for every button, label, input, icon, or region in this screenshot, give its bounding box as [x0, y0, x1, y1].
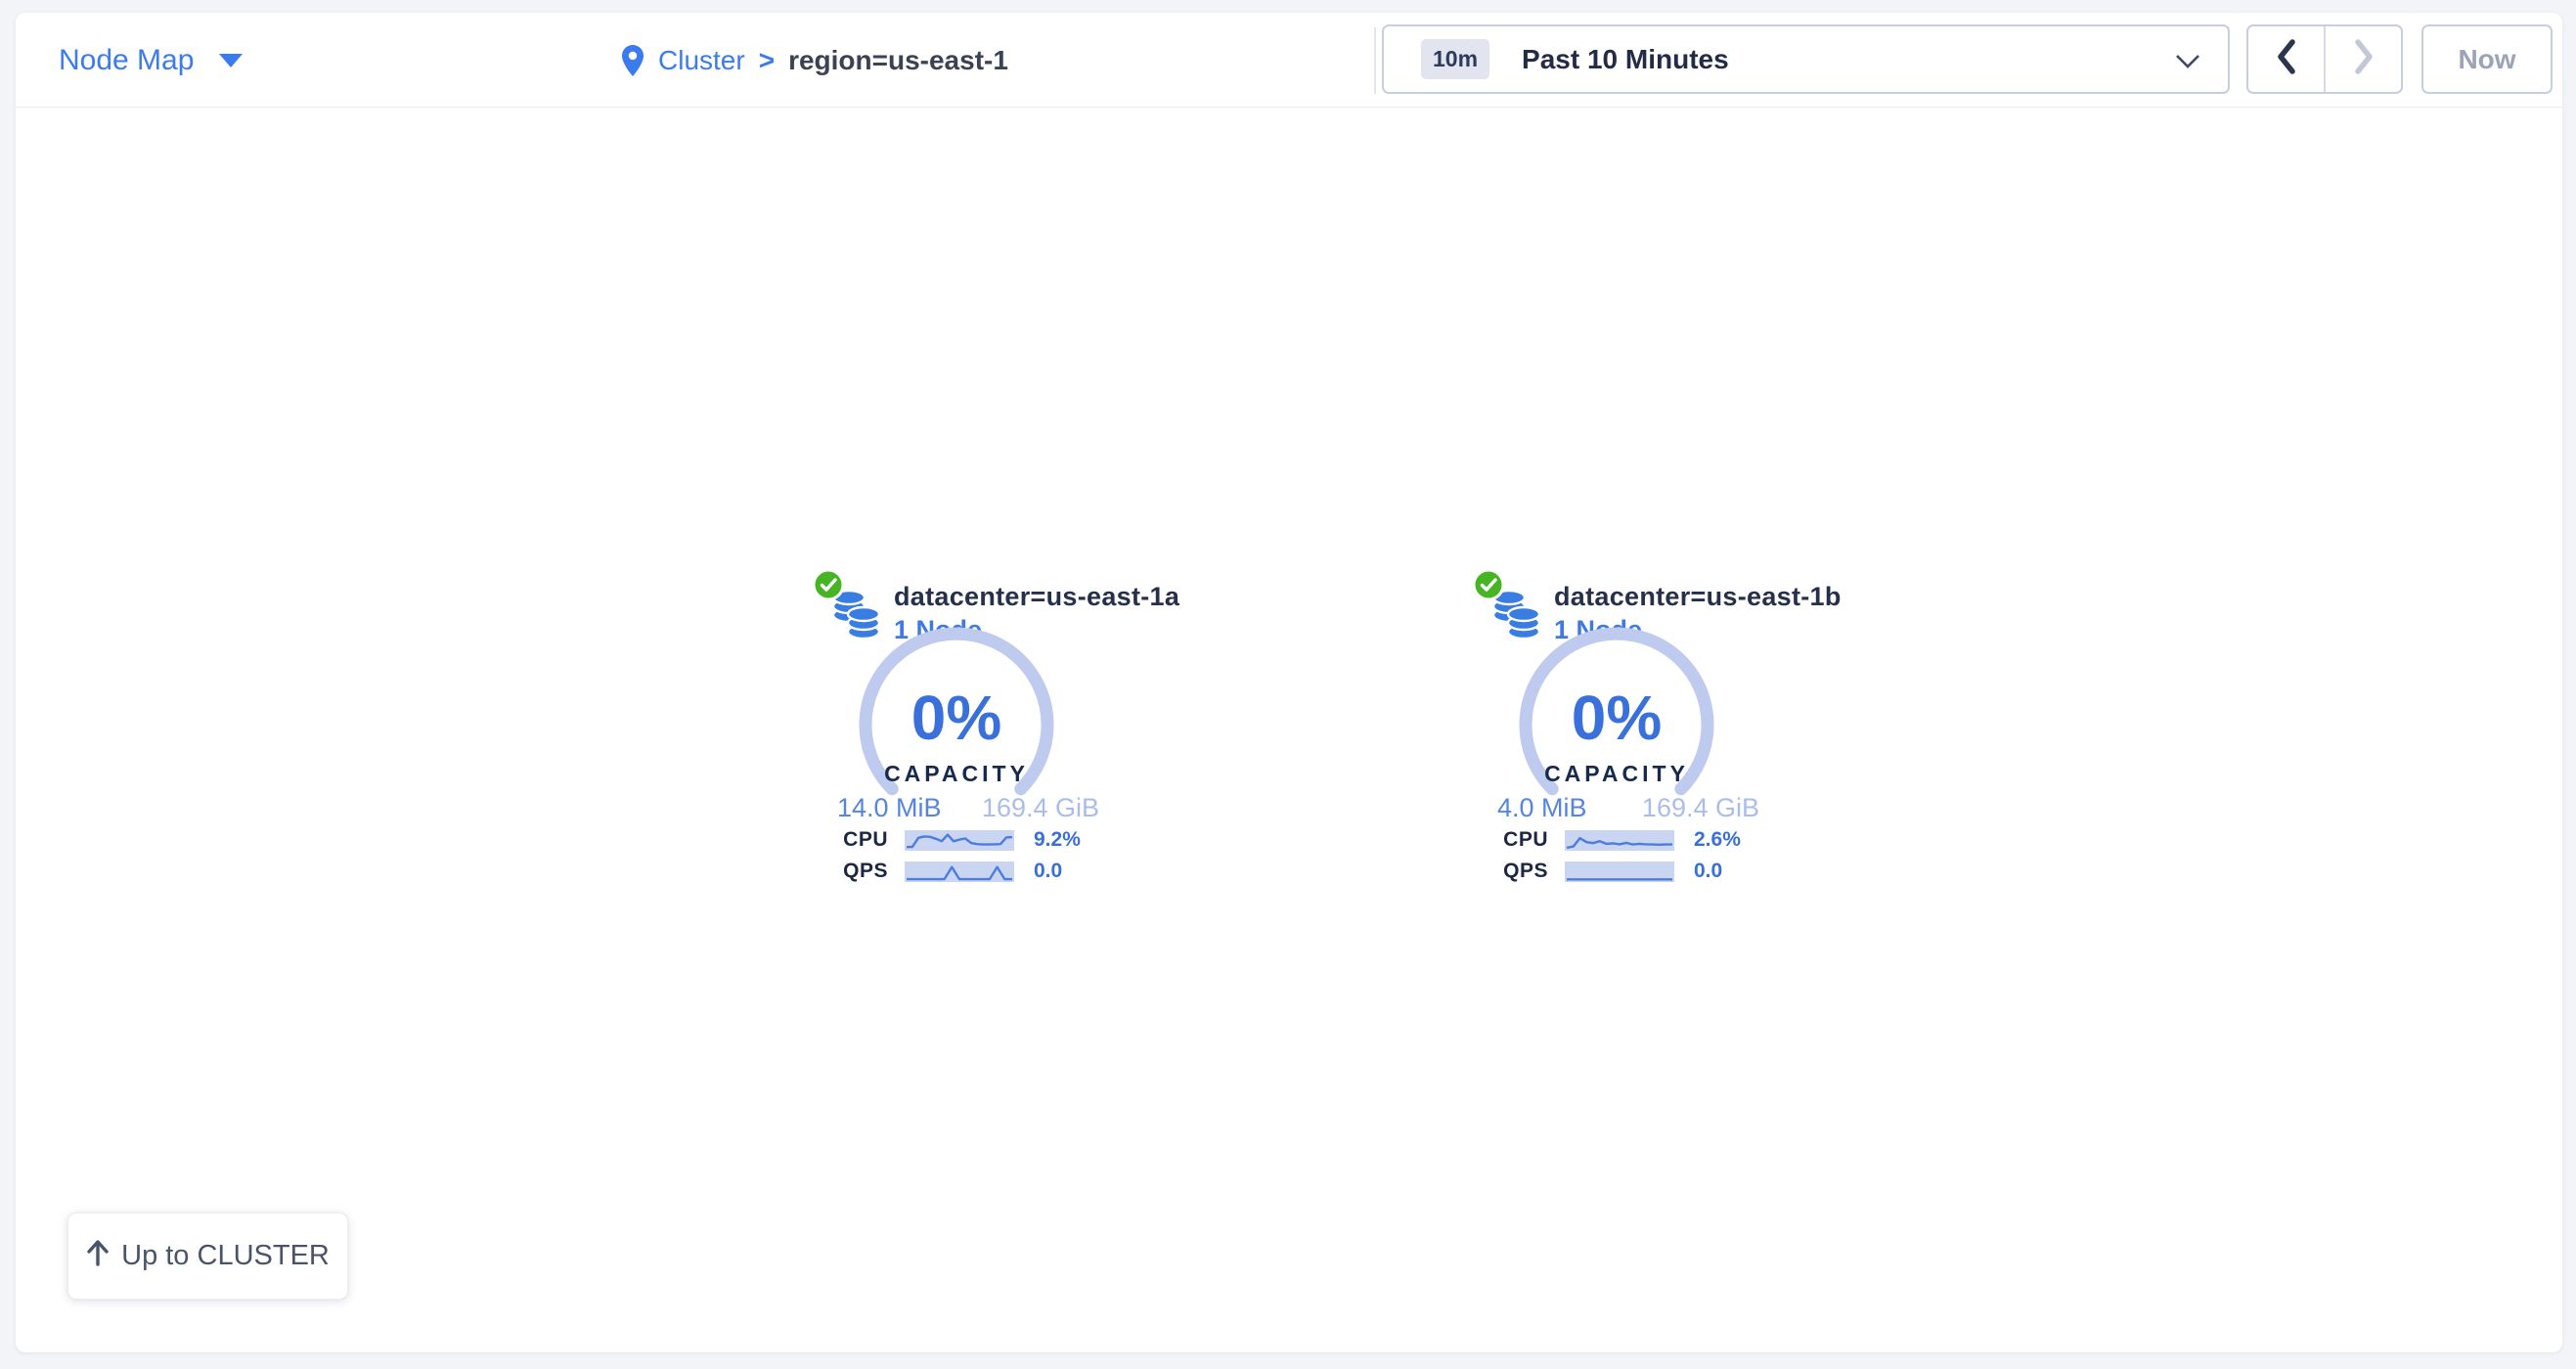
stat-label: QPS	[790, 860, 888, 883]
capacity-used: 4.0 MiB	[1497, 793, 1587, 823]
stat-label: CPU	[790, 828, 888, 852]
view-mode-dropdown[interactable]: Node Map	[59, 13, 243, 108]
up-to-cluster-button[interactable]: Up to CLUSTER	[67, 1213, 348, 1300]
page-header: Node Map Cluster > region=us-east-1 10m …	[16, 13, 2562, 108]
caret-down-icon	[219, 54, 243, 67]
stat-sparkline	[905, 830, 1014, 851]
capacity-percent: 0%	[790, 682, 1123, 754]
time-range-label: Past 10 Minutes	[1522, 44, 1729, 75]
breadcrumb-current: region=us-east-1	[788, 45, 1008, 76]
stat-label: CPU	[1450, 828, 1548, 852]
stat-value: 0.0	[1034, 860, 1062, 883]
now-button-label: Now	[2458, 44, 2515, 75]
node-map-panel: Node Map Cluster > region=us-east-1 10m …	[16, 13, 2562, 1352]
stat-rows: CPU 2.6% QPS 0.0	[1450, 829, 1783, 892]
stat-row: QPS 0.0	[790, 861, 1123, 882]
stat-label: QPS	[1450, 860, 1548, 883]
stat-row: CPU 2.6%	[1450, 829, 1783, 851]
node-map-canvas: datacenter=us-east-1a 1 Node 0% CAPACITY…	[16, 109, 2562, 1352]
breadcrumb-separator: >	[759, 45, 775, 76]
stat-sparkline	[1565, 861, 1674, 882]
stat-sparkline	[1565, 830, 1674, 851]
datacenter-title: datacenter=us-east-1a	[894, 582, 1179, 612]
stat-row: QPS 0.0	[1450, 861, 1783, 882]
capacity-caption: CAPACITY	[790, 761, 1123, 787]
time-range-badge: 10m	[1421, 39, 1489, 79]
capacity-percent: 0%	[1450, 682, 1783, 754]
capacity-labels: 4.0 MiB 169.4 GiB	[1497, 793, 1759, 823]
datacenter-group[interactable]: datacenter=us-east-1a 1 Node 0% CAPACITY…	[790, 572, 1123, 909]
status-check-icon	[812, 568, 845, 606]
next-time-button[interactable]	[2326, 26, 2401, 92]
time-range-select[interactable]: 10m Past 10 Minutes	[1382, 24, 2230, 94]
capacity-used: 14.0 MiB	[837, 793, 942, 823]
stat-sparkline	[905, 861, 1014, 882]
stat-value: 0.0	[1694, 860, 1722, 883]
chevron-down-icon	[2175, 54, 2200, 74]
chevron-right-icon	[2353, 38, 2375, 80]
datacenter-title: datacenter=us-east-1b	[1554, 582, 1842, 612]
prev-time-button[interactable]	[2248, 26, 2326, 92]
capacity-labels: 14.0 MiB 169.4 GiB	[837, 793, 1099, 823]
stat-rows: CPU 9.2% QPS 0.0	[790, 829, 1123, 892]
chevron-left-icon	[2276, 38, 2297, 80]
datacenter-group[interactable]: datacenter=us-east-1b 1 Node 0% CAPACITY…	[1450, 572, 1783, 909]
arrow-up-icon	[86, 1238, 110, 1275]
header-divider	[1374, 27, 1376, 94]
capacity-total: 169.4 GiB	[1642, 793, 1759, 823]
breadcrumb-cluster-link[interactable]: Cluster	[658, 45, 745, 76]
view-mode-label: Node Map	[59, 44, 194, 77]
capacity-total: 169.4 GiB	[982, 793, 1099, 823]
stat-row: CPU 9.2%	[790, 829, 1123, 851]
now-button[interactable]: Now	[2421, 24, 2553, 94]
capacity-caption: CAPACITY	[1450, 761, 1783, 787]
time-pager	[2246, 24, 2403, 94]
breadcrumb: Cluster > region=us-east-1	[621, 13, 1008, 108]
stat-value: 2.6%	[1694, 828, 1741, 852]
status-check-icon	[1472, 568, 1505, 606]
map-pin-icon	[621, 44, 644, 77]
up-to-cluster-label: Up to CLUSTER	[121, 1240, 330, 1272]
stat-value: 9.2%	[1034, 828, 1081, 852]
